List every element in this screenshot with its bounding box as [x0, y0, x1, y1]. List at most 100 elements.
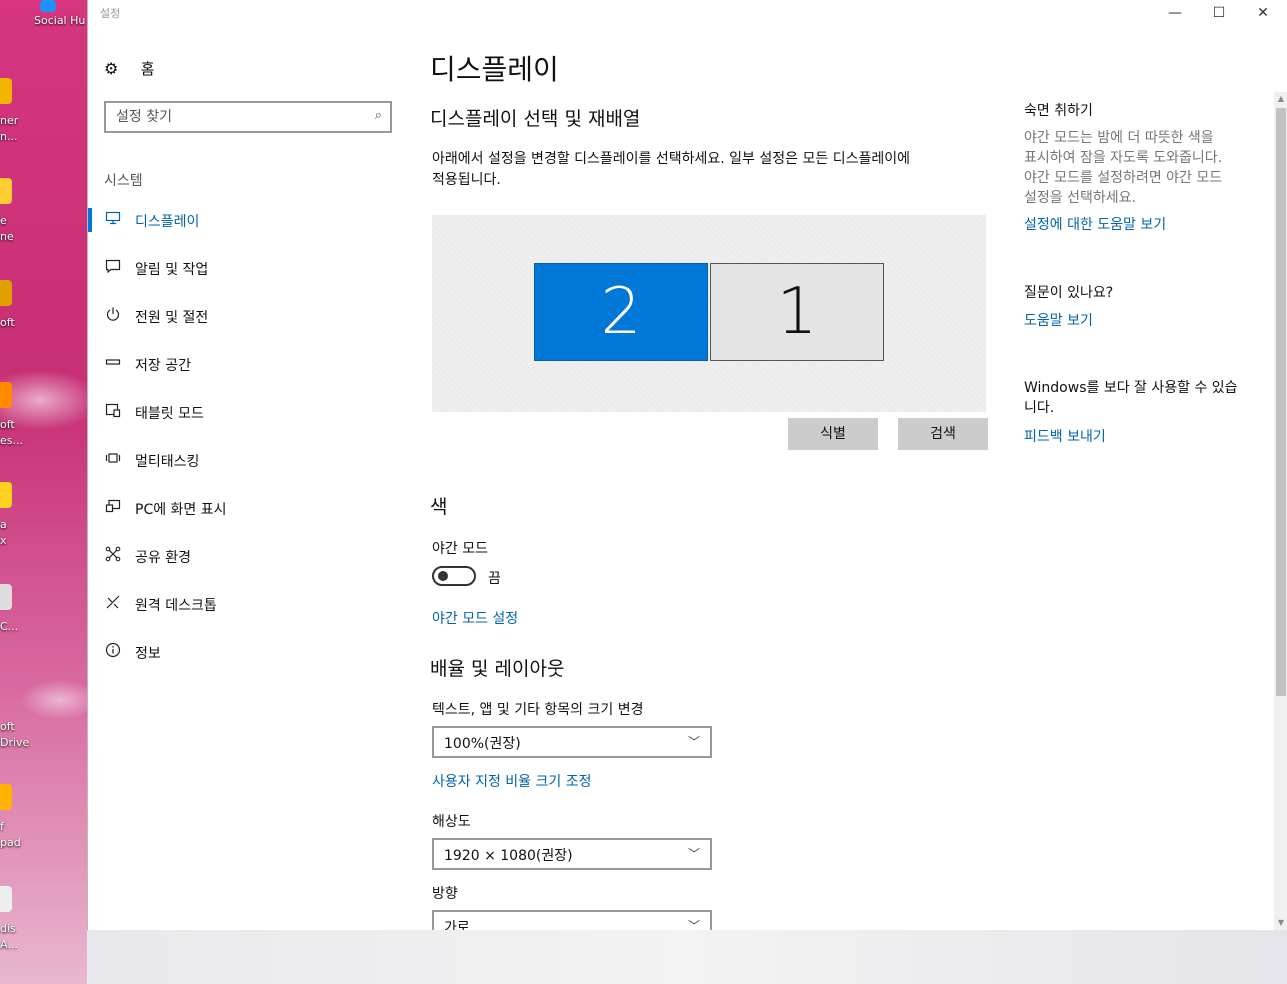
sidebar-item-project[interactable]: PC에 화면 표시 [88, 488, 408, 528]
desktop-icon-label[interactable]: e [0, 214, 86, 227]
chevron-down-icon: ﹀ [687, 847, 700, 861]
orientation-label: 방향 [432, 886, 458, 902]
desktop-icon-label[interactable]: ner [0, 114, 86, 127]
search-icon[interactable]: ⌕ [375, 108, 382, 123]
night-mode-toggle[interactable] [432, 566, 476, 586]
scale-dropdown[interactable]: 100%(권장) ﹀ [432, 726, 712, 758]
desktop-app-icon[interactable] [0, 886, 12, 912]
gear-icon: ⚙ [104, 59, 119, 78]
desktop-icon-label[interactable]: oft [0, 316, 86, 329]
chevron-down-icon: ﹀ [687, 735, 700, 749]
feedback-text-line2: 니다. [1024, 400, 1055, 416]
monitor-2-selected[interactable]: 2 [534, 263, 708, 361]
custom-scaling-link[interactable]: 사용자 지정 비율 크기 조정 [432, 771, 591, 791]
desktop-icon-label[interactable]: ne [0, 230, 86, 243]
desktop-icon-label[interactable]: Drive [0, 736, 86, 749]
desktop-icon-label[interactable]: dis [0, 922, 86, 935]
display-arrangement-area[interactable]: 2 1 [432, 215, 986, 412]
desktop-app-icon[interactable] [0, 584, 12, 610]
sidebar-item-label: 디스플레이 [135, 214, 200, 230]
identify-button[interactable]: 식별 [788, 418, 878, 450]
settings-help-link[interactable]: 설정에 대한 도움말 보기 [1024, 214, 1166, 234]
scroll-thumb[interactable] [1276, 108, 1286, 696]
search-box[interactable]: ⌕ [104, 101, 392, 133]
detect-button[interactable]: 검색 [898, 418, 988, 450]
tablet-icon [104, 402, 122, 420]
orientation-dropdown[interactable]: 가로 ﹀ [432, 910, 712, 930]
storage-icon [104, 354, 122, 372]
sleep-text-line1: 야간 모드는 밤에 더 따뜻한 색을 [1024, 130, 1214, 146]
sleep-text-line2: 표시하여 잠을 자도록 도와줍니다. [1024, 150, 1223, 166]
scroll-up-arrow-icon[interactable]: ▲ [1274, 92, 1287, 106]
question-heading: 질문이 있나요? [1024, 285, 1114, 301]
sidebar-item-about[interactable]: 정보 [88, 632, 408, 672]
scroll-down-arrow-icon[interactable]: ▼ [1274, 916, 1287, 930]
related-info-panel: 숙면 취하기 야간 모드는 밤에 더 따뜻한 색을 표시하여 잠을 자도록 도와… [1024, 28, 1274, 930]
info-icon [104, 642, 122, 660]
sidebar-item-notifications[interactable]: 알림 및 작업 [88, 248, 408, 288]
resolution-label: 해상도 [432, 814, 471, 830]
project-icon [104, 498, 122, 516]
settings-window: 설정 — ☐ ✕ ⚙ 홈 ⌕ 시스템 디스플레이 알림 및 작업 [87, 0, 1287, 930]
desktop-icon-label[interactable]: pad [0, 836, 86, 849]
remote-desktop-icon [104, 594, 122, 612]
arrange-heading: 디스플레이 선택 및 재배열 [430, 108, 641, 130]
desktop-app-icon[interactable] [0, 382, 12, 408]
sidebar-item-tablet[interactable]: 태블릿 모드 [88, 392, 408, 432]
desktop-icon-label[interactable]: A... [0, 938, 86, 951]
sidebar-item-label: PC에 화면 표시 [135, 502, 227, 518]
sidebar-item-label: 저장 공간 [135, 358, 191, 374]
sidebar-item-multitasking[interactable]: 멀티태스킹 [88, 440, 408, 480]
scrollbar[interactable]: ▲ ▼ [1274, 92, 1287, 930]
sidebar-item-power[interactable]: 전원 및 절전 [88, 296, 408, 336]
color-heading: 색 [430, 496, 448, 518]
window-title: 설정 [100, 7, 121, 20]
sleep-text-line3: 야간 모드를 설정하려면 야간 모드 [1024, 170, 1223, 186]
monitor-1[interactable]: 1 [710, 263, 884, 361]
scale-value: 100%(권장) [444, 736, 521, 752]
desktop-icon-label[interactable]: x [0, 534, 86, 547]
sidebar-item-storage[interactable]: 저장 공간 [88, 344, 408, 384]
resolution-dropdown[interactable]: 1920 × 1080(권장) ﹀ [432, 838, 712, 870]
power-icon [104, 306, 122, 324]
feedback-link[interactable]: 피드백 보내기 [1024, 426, 1106, 446]
desktop-app-icon[interactable] [40, 0, 56, 12]
search-input[interactable] [116, 106, 356, 128]
sidebar-item-remote-desktop[interactable]: 원격 데스크톱 [88, 584, 408, 624]
desktop-icon-label[interactable]: es... [0, 434, 86, 447]
night-mode-settings-link[interactable]: 야간 모드 설정 [432, 608, 518, 628]
sidebar-item-label: 멀티태스킹 [135, 454, 200, 470]
sidebar-item-share[interactable]: 공유 환경 [88, 536, 408, 576]
desktop-icon-label[interactable]: n... [0, 130, 86, 143]
sleep-heading: 숙면 취하기 [1024, 103, 1093, 119]
minimize-button[interactable]: — [1152, 0, 1198, 28]
desktop-app-icon[interactable] [0, 784, 12, 810]
desktop-background-strip [87, 930, 1287, 984]
sidebar-item-display[interactable]: 디스플레이 [88, 200, 408, 240]
desktop-app-icon[interactable] [0, 482, 12, 508]
orientation-value: 가로 [444, 920, 470, 930]
sidebar-item-label: 공유 환경 [135, 550, 191, 566]
home-link[interactable]: ⚙ 홈 [104, 58, 155, 80]
resolution-value: 1920 × 1080(권장) [444, 848, 573, 864]
scale-label: 텍스트, 앱 및 기타 항목의 크기 변경 [432, 702, 644, 718]
desktop-app-icon[interactable] [0, 178, 12, 204]
arrange-description-line2: 적용됩니다. [432, 172, 501, 188]
desktop-app-icon[interactable] [0, 280, 12, 306]
sidebar: ⚙ 홈 ⌕ 시스템 디스플레이 알림 및 작업 전원 및 절전 [88, 28, 408, 930]
arrange-description-line1: 아래에서 설정을 변경할 디스플레이를 선택하세요. 일부 설정은 모든 디스플… [432, 151, 910, 167]
monitor-icon [104, 210, 122, 228]
desktop-icon-label[interactable]: oft [0, 418, 86, 431]
close-button[interactable]: ✕ [1240, 0, 1286, 28]
title-bar[interactable]: 설정 — ☐ ✕ [88, 0, 1287, 28]
desktop-icon-label[interactable]: C... [0, 620, 86, 633]
desktop-icon-label[interactable]: f [0, 820, 86, 833]
section-label: 시스템 [104, 173, 143, 189]
desktop-icon-label[interactable]: oft [0, 720, 86, 733]
desktop-app-icon[interactable] [0, 78, 12, 104]
maximize-button[interactable]: ☐ [1196, 0, 1242, 28]
sidebar-item-label: 알림 및 작업 [135, 262, 209, 278]
sidebar-item-label: 전원 및 절전 [135, 310, 209, 326]
desktop-icon-label[interactable]: a [0, 518, 86, 531]
get-help-link[interactable]: 도움말 보기 [1024, 310, 1093, 330]
